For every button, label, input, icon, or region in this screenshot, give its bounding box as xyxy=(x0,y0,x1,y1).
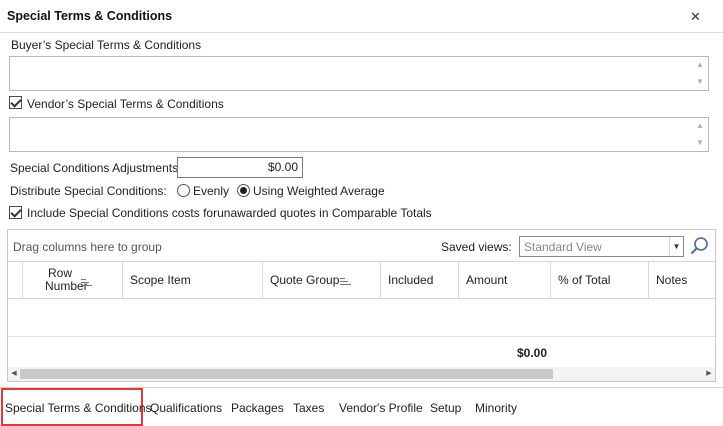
distribute-label: Distribute Special Conditions: xyxy=(10,184,167,198)
include-costs-checkbox[interactable] xyxy=(9,206,22,219)
buyer-terms-memo[interactable]: ▲ ▼ xyxy=(9,56,709,91)
memo-scrollbar[interactable]: ▲ ▼ xyxy=(694,59,706,88)
horizontal-scrollbar[interactable]: ◀ ▶ xyxy=(8,367,715,381)
tab-packages[interactable]: Packages xyxy=(231,401,284,415)
chevron-down-icon[interactable]: ▼ xyxy=(669,237,683,256)
radio-evenly-label[interactable]: Evenly xyxy=(193,184,229,198)
col-notes[interactable]: Notes xyxy=(649,262,715,299)
sort-icon[interactable] xyxy=(81,279,93,288)
col-quote-group[interactable]: Quote Group xyxy=(263,262,381,299)
scroll-down-icon[interactable]: ▼ xyxy=(694,77,706,87)
terms-grid: Drag columns here to group Saved views: … xyxy=(7,229,716,382)
vendor-terms-checkbox[interactable] xyxy=(9,96,22,109)
radio-weighted-average[interactable] xyxy=(237,184,250,197)
tab-vendors-profile[interactable]: Vendor's Profile xyxy=(339,401,423,415)
col-notes-label: Notes xyxy=(656,273,688,287)
radio-weighted-average-label[interactable]: Using Weighted Average xyxy=(253,184,385,198)
adjustments-input[interactable]: $0.00 xyxy=(177,157,303,178)
scroll-up-icon[interactable]: ▲ xyxy=(694,121,706,131)
scroll-left-icon[interactable]: ◀ xyxy=(8,367,20,381)
col-row-number[interactable]: Row Number xyxy=(23,262,123,299)
saved-views-label: Saved views: xyxy=(441,240,512,254)
dialog-titlebar: Special Terms & Conditions ✕ xyxy=(0,0,723,33)
tab-minority[interactable]: Minority xyxy=(475,401,517,415)
amount-total: $0.00 xyxy=(517,346,548,360)
buyer-terms-label: Buyer’s Special Terms & Conditions xyxy=(11,38,202,52)
tab-special-terms[interactable]: Special Terms & Conditions xyxy=(5,401,152,415)
radio-evenly[interactable] xyxy=(177,184,190,197)
include-costs-label: Include Special Conditions costs forunaw… xyxy=(27,206,432,220)
tab-bar: Special Terms & Conditions Qualification… xyxy=(0,387,723,426)
adjustments-label: Special Conditions Adjustments: xyxy=(10,161,182,175)
sort-icon[interactable] xyxy=(340,278,352,287)
col-pct-total-label: % of Total xyxy=(558,273,611,287)
memo-scrollbar[interactable]: ▲ ▼ xyxy=(694,120,706,149)
col-scope-item[interactable]: Scope Item xyxy=(123,262,263,299)
col-amount-label: Amount xyxy=(466,273,508,287)
dialog-title: Special Terms & Conditions xyxy=(7,9,173,23)
close-icon[interactable]: ✕ xyxy=(690,9,701,25)
row-indicator-header xyxy=(8,262,23,299)
vendor-terms-memo[interactable]: ▲ ▼ xyxy=(9,117,709,152)
vendor-terms-label: Vendor’s Special Terms & Conditions xyxy=(27,97,224,111)
scroll-up-icon[interactable]: ▲ xyxy=(694,60,706,70)
group-hint: Drag columns here to group xyxy=(13,240,162,254)
col-pct-total[interactable]: % of Total xyxy=(551,262,649,299)
tab-setup[interactable]: Setup xyxy=(430,401,461,415)
scroll-thumb[interactable] xyxy=(20,369,553,379)
grid-header: Row Number Scope Item Quote Group Includ… xyxy=(8,262,715,299)
col-amount[interactable]: Amount xyxy=(459,262,551,299)
footer-divider xyxy=(8,336,715,337)
saved-views-select[interactable]: Standard View ▼ xyxy=(519,236,684,257)
search-icon[interactable] xyxy=(689,235,711,257)
tab-taxes[interactable]: Taxes xyxy=(293,401,324,415)
saved-views-value: Standard View xyxy=(524,240,602,254)
tab-qualifications[interactable]: Qualifications xyxy=(150,401,222,415)
col-included-label: Included xyxy=(388,273,434,287)
col-scope-item-label: Scope Item xyxy=(130,273,191,287)
scroll-down-icon[interactable]: ▼ xyxy=(694,138,706,148)
col-included[interactable]: Included xyxy=(381,262,459,299)
scroll-right-icon[interactable]: ▶ xyxy=(703,367,715,381)
group-panel[interactable]: Drag columns here to group Saved views: … xyxy=(8,230,715,262)
col-quote-group-label: Quote Group xyxy=(270,273,340,287)
